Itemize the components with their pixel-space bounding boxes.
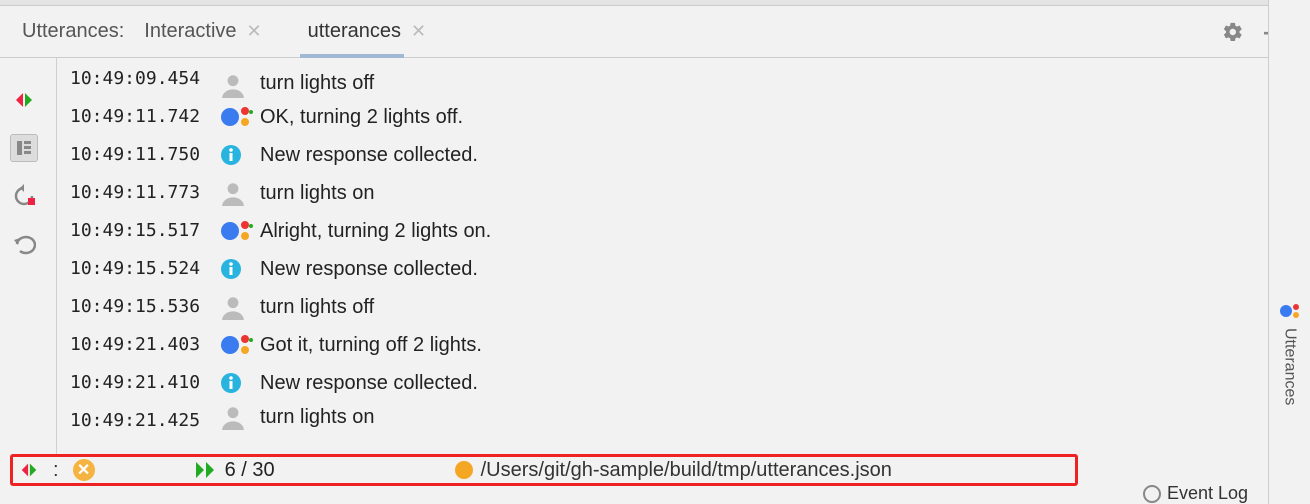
assist-icon bbox=[220, 332, 260, 358]
timestamp: 10:49:21.403 bbox=[70, 327, 220, 363]
layout-icon[interactable] bbox=[10, 134, 38, 162]
info-icon bbox=[220, 258, 260, 280]
expand-collapse-icon[interactable] bbox=[19, 460, 39, 480]
separator: : bbox=[53, 459, 59, 482]
event-log-icon bbox=[1143, 485, 1161, 503]
log-message: Got it, turning off 2 lights. bbox=[260, 327, 482, 363]
timestamp: 10:49:15.524 bbox=[70, 251, 220, 287]
log-row: 10:49:09.454 turn lights off bbox=[48, 60, 1310, 98]
log-message: New response collected. bbox=[260, 137, 478, 173]
timestamp: 10:49:15.517 bbox=[70, 213, 220, 249]
log-row: 10:49:11.742 OK, turning 2 lights off. bbox=[48, 98, 1310, 136]
user-icon bbox=[220, 294, 260, 320]
timestamp: 10:49:11.750 bbox=[70, 137, 220, 173]
close-icon[interactable]: ✕ bbox=[411, 21, 426, 42]
cancel-icon[interactable]: ✕ bbox=[73, 459, 95, 481]
log-row: 10:49:15.517 Alright, turning 2 lights on… bbox=[48, 212, 1310, 250]
timestamp: 10:49:11.773 bbox=[70, 175, 220, 211]
sidebar-tab-label: Utterances bbox=[1281, 328, 1299, 405]
event-log-button[interactable]: Event Log bbox=[1143, 483, 1248, 504]
log-message: New response collected. bbox=[260, 251, 478, 287]
log-message: New response collected. bbox=[260, 365, 478, 401]
log-row: 10:49:11.750 New response collected. bbox=[48, 136, 1310, 174]
sidebar-tab-utterances[interactable]: Utterances bbox=[1279, 300, 1301, 405]
left-toolbar bbox=[0, 58, 48, 456]
log-message: turn lights off bbox=[260, 65, 374, 101]
undo-icon[interactable] bbox=[10, 230, 38, 258]
tool-tab-bar: Utterances: Interactive ✕ utterances ✕ — bbox=[0, 6, 1310, 58]
log-message: turn lights off bbox=[260, 289, 374, 325]
assist-icon bbox=[220, 104, 260, 130]
log-row: 10:49:11.773 turn lights on bbox=[48, 174, 1310, 212]
info-icon bbox=[220, 144, 260, 166]
log-row: 10:49:21.410 New response collected. bbox=[48, 364, 1310, 402]
log-row: 10:49:21.425 turn lights on bbox=[48, 402, 1310, 440]
timestamp: 10:49:21.425 bbox=[70, 403, 220, 439]
tab-label: Interactive bbox=[144, 20, 236, 43]
log-message: Alright, turning 2 lights on. bbox=[260, 213, 491, 249]
log-message: OK, turning 2 lights off. bbox=[260, 99, 463, 135]
timestamp: 10:49:11.742 bbox=[70, 99, 220, 135]
tool-window-label: Utterances: bbox=[10, 20, 136, 43]
expand-collapse-icon[interactable] bbox=[10, 86, 38, 114]
fast-forward-icon[interactable] bbox=[195, 460, 217, 480]
file-path: /Users/git/gh-sample/build/tmp/utterance… bbox=[481, 459, 892, 482]
timestamp: 10:49:15.536 bbox=[70, 289, 220, 325]
gear-icon[interactable] bbox=[1212, 21, 1254, 43]
log-row: 10:49:15.536 turn lights off bbox=[48, 288, 1310, 326]
log-row: 10:49:21.403 Got it, turning off 2 lights… bbox=[48, 326, 1310, 364]
tab-utterances[interactable]: utterances ✕ bbox=[300, 6, 434, 57]
log-message: turn lights on bbox=[260, 175, 375, 211]
tab-interactive[interactable]: Interactive ✕ bbox=[136, 6, 269, 57]
log-row: 10:49:15.524 New response collected. bbox=[48, 250, 1310, 288]
rerun-icon[interactable] bbox=[10, 182, 38, 210]
progress-text: 6 / 30 bbox=[225, 459, 275, 482]
assistant-icon bbox=[1279, 300, 1301, 322]
assist-icon bbox=[220, 218, 260, 244]
info-icon bbox=[220, 372, 260, 394]
tab-label: utterances bbox=[308, 20, 401, 43]
log-message: turn lights on bbox=[260, 399, 375, 435]
user-icon bbox=[220, 180, 260, 206]
log-content[interactable]: 10:49:09.454 turn lights off 10:49:11.742 O… bbox=[48, 58, 1310, 456]
user-icon bbox=[220, 72, 260, 98]
timestamp: 10:49:21.410 bbox=[70, 365, 220, 401]
close-icon[interactable]: ✕ bbox=[247, 21, 262, 42]
user-icon bbox=[220, 404, 260, 430]
status-dot-icon bbox=[455, 461, 473, 479]
right-sidebar: Utterances bbox=[1268, 0, 1310, 504]
event-log-label: Event Log bbox=[1167, 483, 1248, 504]
timestamp: 10:49:09.454 bbox=[70, 61, 220, 97]
status-bar: : ✕ 6 / 30 /Users/git/gh-sample/build/tm… bbox=[10, 454, 1078, 486]
